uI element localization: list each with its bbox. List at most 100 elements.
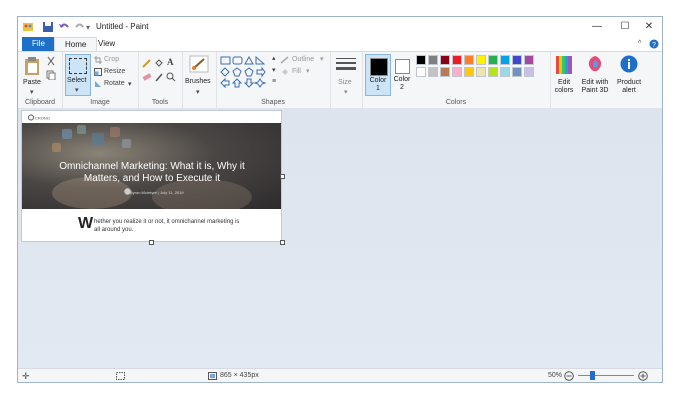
palette-swatch[interactable]: [476, 55, 486, 65]
canvas-area[interactable]: CRONO Omnichannel Marketing: What it is,…: [18, 108, 662, 368]
copy-icon[interactable]: [46, 70, 56, 80]
tools-group-label: Tools: [151, 99, 169, 106]
color1-button[interactable]: Color 1: [365, 54, 391, 96]
palette-swatch[interactable]: [512, 67, 522, 77]
zoom-slider-track[interactable]: [578, 375, 634, 376]
window-title: Untitled - Paint: [96, 22, 149, 31]
product-alert-button[interactable]: Product alert: [612, 79, 646, 95]
palette-swatch[interactable]: [452, 55, 462, 65]
magnifier-icon[interactable]: [166, 72, 176, 82]
quick-access-toolbar: ▾: [22, 20, 90, 34]
paste-icon[interactable]: [24, 56, 40, 76]
palette-swatch[interactable]: [524, 67, 534, 77]
resize-handle-corner[interactable]: [280, 240, 285, 245]
edit-paint3d-button[interactable]: Edit with Paint 3D: [578, 79, 612, 95]
palette-swatch[interactable]: [440, 67, 450, 77]
palette-swatch[interactable]: [416, 67, 426, 77]
drop-cap: W: [78, 215, 94, 232]
palette-swatch[interactable]: [428, 67, 438, 77]
resize-button[interactable]: Resize: [104, 68, 125, 75]
shapes-scroll-down-icon[interactable]: ▾: [272, 66, 276, 74]
resize-handle-bottom[interactable]: [149, 240, 154, 245]
svg-text:?: ?: [652, 42, 656, 49]
text-tool-icon[interactable]: A: [167, 57, 174, 67]
author-line: Byron McIntyre | July 11, 2019: [130, 190, 184, 195]
ribbon: Paste ▾ Clipboard Select ▾ Crop Resize R…: [18, 51, 662, 109]
select-label: Select: [67, 77, 87, 84]
cut-icon[interactable]: [46, 56, 56, 66]
eraser-icon[interactable]: [142, 72, 152, 82]
paste-dropdown-icon[interactable]: ▾: [30, 88, 34, 96]
fill-bucket-icon[interactable]: [154, 58, 164, 68]
selection-size-icon: [116, 372, 125, 380]
image-dimensions: 865 × 435px: [220, 372, 259, 379]
logo-text: CRONO: [35, 116, 50, 121]
tab-view[interactable]: View: [88, 37, 125, 51]
customize-qa-icon[interactable]: ▾: [86, 23, 90, 32]
colors-group-label: Colors: [445, 99, 467, 106]
color-palette: [416, 55, 550, 79]
maximize-button[interactable]: ☐: [613, 19, 637, 35]
palette-swatch[interactable]: [476, 67, 486, 77]
brushes-button[interactable]: Brushes: [185, 78, 211, 85]
ribbon-tabs: File Home View ^ ?: [18, 37, 662, 52]
palette-swatch[interactable]: [440, 55, 450, 65]
palette-swatch[interactable]: [500, 67, 510, 77]
paint-window: ▾ Untitled - Paint — ☐ ✕ File Home View …: [17, 16, 663, 383]
fill-button[interactable]: Fill: [292, 68, 301, 75]
collapse-ribbon-icon[interactable]: ^: [638, 40, 641, 47]
palette-swatch[interactable]: [452, 67, 462, 77]
image-group: Select ▾ Crop Resize Rotate ▾ Image: [62, 52, 139, 108]
size-group: Size ▾: [330, 52, 363, 108]
palette-swatch[interactable]: [464, 67, 474, 77]
size-button[interactable]: Size: [338, 79, 352, 86]
undo-icon[interactable]: [58, 21, 70, 33]
zoom-in-icon[interactable]: [638, 371, 648, 381]
minimize-button[interactable]: —: [585, 19, 609, 35]
outline-icon: [280, 56, 289, 64]
save-icon[interactable]: [42, 21, 54, 33]
palette-swatch[interactable]: [416, 55, 426, 65]
brush-icon: [189, 55, 209, 73]
paste-button[interactable]: Paste: [23, 79, 41, 86]
product-alert-group: Product alert: [612, 52, 646, 108]
rotate-dropdown-icon[interactable]: ▾: [128, 80, 132, 88]
palette-swatch[interactable]: [464, 55, 474, 65]
fill-dropdown-icon[interactable]: ▾: [306, 67, 310, 75]
palette-swatch[interactable]: [428, 55, 438, 65]
color2-button[interactable]: Color 2: [391, 54, 413, 94]
redo-icon[interactable]: [74, 21, 86, 33]
brushes-dropdown-icon[interactable]: ▾: [196, 88, 200, 96]
canvas-image[interactable]: CRONO Omnichannel Marketing: What it is,…: [21, 110, 282, 242]
clipboard-group-label: Clipboard: [25, 99, 55, 106]
outline-dropdown-icon[interactable]: ▾: [320, 55, 324, 63]
edit-colors-button[interactable]: Edit colors: [552, 79, 576, 95]
fill-icon: [282, 69, 288, 75]
palette-swatch[interactable]: [500, 55, 510, 65]
zoom-out-icon[interactable]: [564, 371, 574, 381]
paint3d-icon: [588, 56, 602, 72]
palette-swatch[interactable]: [488, 55, 498, 65]
tab-file[interactable]: File: [22, 37, 55, 51]
image-size-icon: [208, 372, 217, 380]
rotate-button[interactable]: Rotate: [104, 80, 125, 87]
shapes-expand-icon[interactable]: ≡: [272, 78, 276, 85]
select-button[interactable]: Select ▾: [65, 54, 91, 96]
palette-swatch[interactable]: [524, 55, 534, 65]
select-icon: [69, 58, 87, 74]
help-icon[interactable]: ?: [649, 39, 659, 49]
size-dropdown-icon[interactable]: ▾: [344, 88, 348, 96]
color-picker-icon[interactable]: [154, 72, 164, 82]
close-button[interactable]: ✕: [637, 19, 661, 35]
title-bar: ▾ Untitled - Paint — ☐ ✕: [18, 17, 662, 37]
outline-button[interactable]: Outline: [292, 56, 314, 63]
pencil-icon[interactable]: [142, 58, 152, 68]
zoom-slider-thumb[interactable]: [590, 371, 595, 380]
resize-handle-right[interactable]: [280, 174, 285, 179]
palette-swatch[interactable]: [488, 67, 498, 77]
shapes-gallery[interactable]: [220, 56, 270, 90]
shapes-scroll-icon[interactable]: ▴: [272, 54, 276, 62]
select-dropdown-icon: ▾: [75, 87, 79, 94]
crop-button[interactable]: Crop: [104, 56, 119, 63]
palette-swatch[interactable]: [512, 55, 522, 65]
